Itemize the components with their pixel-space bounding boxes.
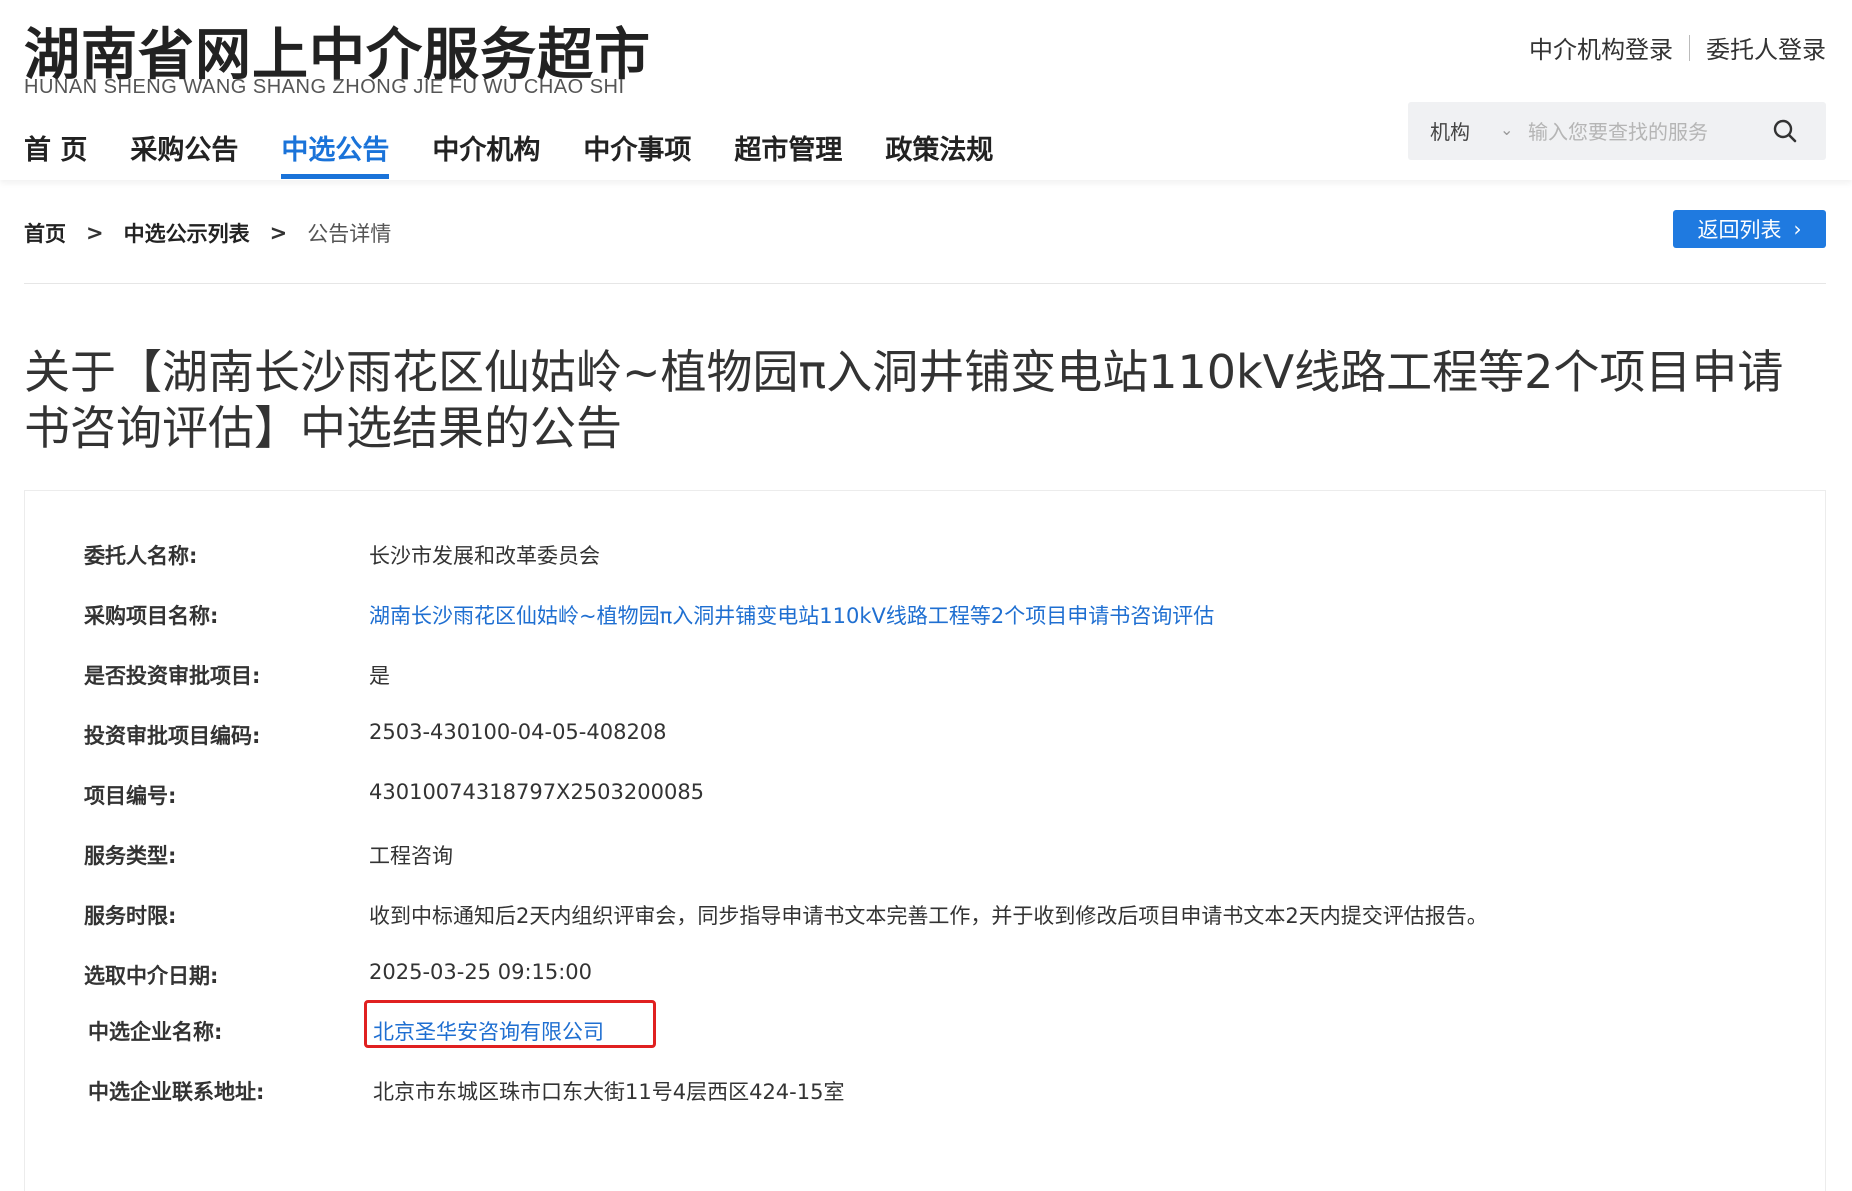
- chevron-down-icon[interactable]: ⌄: [1500, 120, 1513, 139]
- breadcrumb-separator: >: [86, 221, 104, 245]
- detail-value: 43010074318797X2503200085: [369, 780, 705, 804]
- breadcrumb-current: 公告详情: [307, 222, 392, 246]
- search-category-select[interactable]: 机构: [1430, 116, 1470, 145]
- search-input[interactable]: [1526, 114, 1760, 150]
- detail-row-investment-approval: 是否投资审批项目: 是: [84, 660, 390, 690]
- breadcrumb-separator: >: [269, 221, 288, 245]
- detail-row-project-number: 项目编号: 43010074318797X2503200085: [84, 780, 704, 810]
- top-links-divider: [1689, 34, 1690, 61]
- main-nav: 首 页 采购公告 中选公告 中介机构 中介事项 超市管理 政策法规: [24, 128, 1036, 179]
- back-to-list-button[interactable]: 返回列表 ›: [1673, 210, 1826, 248]
- detail-label: 服务类型:: [84, 844, 177, 868]
- search-icon[interactable]: [1772, 118, 1798, 144]
- breadcrumb-home[interactable]: 首页: [24, 218, 66, 248]
- chevron-right-icon: ›: [1793, 217, 1802, 241]
- detail-value: 2503-430100-04-05-408208: [369, 720, 667, 744]
- detail-value: 北京市东城区珠市口东大街11号4层西区424-15室: [373, 1080, 845, 1104]
- detail-label: 中选企业联系地址:: [88, 1080, 265, 1104]
- breadcrumb: 首页 > 中选公示列表 > 公告详情: [24, 218, 391, 248]
- detail-value: 2025-03-25 09:15:00: [369, 960, 593, 984]
- breadcrumb-list[interactable]: 中选公示列表: [124, 218, 250, 248]
- detail-label: 委托人名称:: [84, 544, 198, 568]
- site-logo-pinyin: HUNAN SHENG WANG SHANG ZHONG JIE FU WU C…: [24, 76, 625, 98]
- detail-row-winner-address: 中选企业联系地址: 北京市东城区珠市口东大街11号4层西区424-15室: [88, 1076, 844, 1106]
- detail-label: 选取中介日期:: [84, 964, 219, 988]
- detail-value: 收到中标通知后2天内组织评审会，同步指导申请书文本完善工作，并于收到修改后项目申…: [369, 904, 1488, 928]
- detail-row-selection-date: 选取中介日期: 2025-03-25 09:15:00: [84, 960, 592, 990]
- detail-row-service-type: 服务类型: 工程咨询: [84, 840, 453, 870]
- detail-label: 投资审批项目编码:: [84, 724, 261, 748]
- search-bar: 机构 ⌄: [1408, 102, 1826, 160]
- divider: [24, 283, 1826, 284]
- back-to-list-label: 返回列表: [1697, 218, 1782, 242]
- agency-login-link[interactable]: 中介机构登录: [1529, 30, 1673, 65]
- detail-label: 采购项目名称:: [84, 604, 219, 628]
- site-header: 湖南省网上中介服务超市 HUNAN SHENG WANG SHANG ZHONG…: [0, 0, 1852, 180]
- page-title: 关于【湖南长沙雨花区仙姑岭~植物园π入洞井铺变电站110kV线路工程等2个项目申…: [24, 345, 1784, 455]
- detail-row-client: 委托人名称: 长沙市发展和改革委员会: [84, 540, 600, 570]
- nav-item-policy[interactable]: 政策法规: [885, 128, 993, 175]
- highlight-annotation-box: [364, 1000, 656, 1048]
- detail-value: 长沙市发展和改革委员会: [369, 544, 600, 568]
- detail-label: 是否投资审批项目:: [84, 664, 261, 688]
- detail-value: 工程咨询: [369, 844, 453, 868]
- client-login-link[interactable]: 委托人登录: [1706, 30, 1826, 65]
- detail-label: 服务时限:: [84, 904, 177, 928]
- detail-row-project-name: 采购项目名称: 湖南长沙雨花区仙姑岭~植物园π入洞井铺变电站110kV线路工程等…: [84, 600, 1214, 630]
- detail-label: 项目编号:: [84, 784, 177, 808]
- nav-item-procurement[interactable]: 采购公告: [130, 128, 238, 175]
- nav-item-selection-notice[interactable]: 中选公告: [281, 128, 390, 179]
- detail-row-approval-code: 投资审批项目编码: 2503-430100-04-05-408208: [84, 720, 667, 750]
- detail-label: 中选企业名称:: [88, 1020, 223, 1044]
- nav-item-market-admin[interactable]: 超市管理: [734, 128, 842, 175]
- nav-item-agencies[interactable]: 中介机构: [432, 128, 540, 175]
- detail-row-service-deadline: 服务时限: 收到中标通知后2天内组织评审会，同步指导申请书文本完善工作，并于收到…: [84, 900, 1488, 930]
- nav-item-matters[interactable]: 中介事项: [583, 128, 691, 175]
- detail-value: 是: [369, 664, 390, 688]
- top-links: 中介机构登录 委托人登录: [1529, 30, 1826, 65]
- project-name-link[interactable]: 湖南长沙雨花区仙姑岭~植物园π入洞井铺变电站110kV线路工程等2个项目申请书咨…: [369, 600, 1214, 630]
- nav-item-home[interactable]: 首 页: [24, 128, 87, 175]
